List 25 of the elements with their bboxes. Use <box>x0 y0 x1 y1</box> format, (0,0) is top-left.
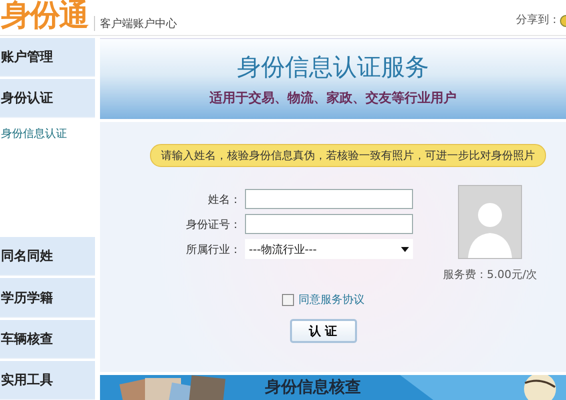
banner-subtitle: 适用于交易、物流、家政、交友等行业用户 <box>210 90 456 107</box>
service-fee: 服务费：5.00元/次 <box>442 267 538 282</box>
input-field[interactable] <box>244 214 413 234</box>
field-label: 所属行业： <box>184 242 241 256</box>
agreement-checkbox[interactable] <box>282 294 294 306</box>
banner-title: 身份信息认证服务 <box>237 52 429 83</box>
notice-bar: 请输入姓名，核验身份信息真伪，若核验一致有照片，可进一步比对身份照片 <box>150 144 546 167</box>
promo-title: 身份信息核查 <box>265 377 361 398</box>
select-field[interactable]: ---物流行业--- <box>244 239 413 259</box>
caret-icon[interactable] <box>400 246 409 252</box>
sidebar-item[interactable]: 车辆核查 <box>0 320 95 359</box>
input-field[interactable] <box>244 189 413 209</box>
sidebar-item[interactable]: 同名同姓 <box>0 237 95 276</box>
sidebar-item[interactable]: 账户管理 <box>0 38 95 78</box>
field-label: 姓名： <box>206 192 241 206</box>
field-label: 身份证号： <box>184 216 241 232</box>
sidebar-subitem[interactable]: 身份信息认证 <box>1 126 67 142</box>
sidebar-item[interactable]: 身份认证 <box>0 79 95 118</box>
sidebar-item[interactable]: 学历学籍 <box>0 278 95 318</box>
agreement-link[interactable]: 同意服务协议 <box>298 292 364 307</box>
share-label: 分享到： <box>516 12 560 27</box>
header-subtitle: 客户端账户中心 <box>94 16 177 31</box>
verify-button[interactable]: 认 证 <box>290 319 356 343</box>
avatar-placeholder-icon <box>458 185 522 259</box>
sidebar-item[interactable]: 实用工具 <box>0 360 95 400</box>
